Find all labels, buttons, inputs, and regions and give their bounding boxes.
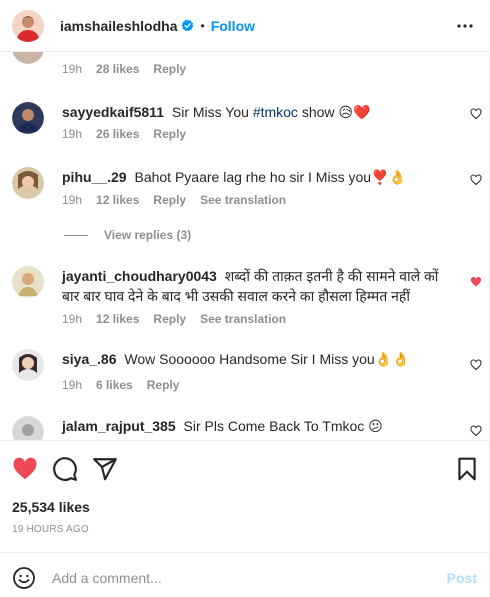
- comment-likes[interactable]: 28 likes: [96, 62, 139, 76]
- comment-time: 19h: [62, 193, 83, 207]
- comment-meta: 19h 6 likes Reply: [62, 378, 179, 392]
- comment-content: jalam_rajput_385 Sir Pls Come Back To Tm…: [62, 416, 452, 436]
- comment-username[interactable]: jayanti_choudhary0043: [62, 268, 217, 284]
- see-translation-button[interactable]: See translation: [200, 193, 286, 207]
- reply-button[interactable]: Reply: [153, 312, 186, 326]
- comment-text-end: show 😥❤️: [297, 104, 371, 120]
- like-comment-icon[interactable]: [470, 425, 482, 437]
- comments-list[interactable]: 19h 28 likes Reply sayyedkaif5811 Sir Mi…: [0, 52, 490, 440]
- like-post-heart-icon[interactable]: [12, 456, 38, 482]
- comment-meta: 19h 28 likes Reply: [62, 62, 186, 76]
- see-translation-button[interactable]: See translation: [200, 312, 286, 326]
- comment-avatar[interactable]: [12, 167, 44, 199]
- comment-likes[interactable]: 12 likes: [96, 193, 139, 207]
- comment-text: Bahot Pyaare lag rhe ho sir I Miss you❣️…: [134, 169, 406, 185]
- liked-comment-heart-icon[interactable]: [470, 276, 482, 288]
- verified-badge-icon: [182, 19, 194, 32]
- comment-meta: 19h 12 likes Reply See translation: [62, 312, 286, 326]
- reply-button[interactable]: Reply: [153, 127, 186, 141]
- header-separator: •: [200, 18, 205, 33]
- view-replies-line: [64, 234, 88, 236]
- comment-likes[interactable]: 6 likes: [96, 378, 133, 392]
- comment-content: sayyedkaif5811 Sir Miss You #tmkoc show …: [62, 102, 452, 122]
- comment-time: 19h: [62, 378, 83, 392]
- comment-text: Sir Miss You: [171, 104, 253, 120]
- post-timestamp: 19 HOURS AGO: [12, 524, 89, 535]
- post-comment-button[interactable]: Post: [447, 570, 477, 586]
- hashtag-link[interactable]: #tmkoc: [253, 104, 298, 120]
- share-send-icon[interactable]: [92, 456, 118, 482]
- comment-username[interactable]: jalam_rajput_385: [62, 418, 176, 434]
- comment-avatar[interactable]: [12, 416, 44, 440]
- comment-time: 19h: [62, 312, 83, 326]
- reply-button[interactable]: Reply: [153, 193, 186, 207]
- more-options-icon[interactable]: [456, 17, 474, 35]
- comment-bubble-icon[interactable]: [52, 456, 78, 482]
- comment-avatar[interactable]: [12, 52, 44, 64]
- comment-meta: 19h 12 likes Reply See translation: [62, 193, 286, 207]
- comment-avatar[interactable]: [12, 349, 44, 381]
- author-username[interactable]: iamshaileshlodha: [60, 18, 177, 34]
- comment-content: siya_.86 Wow Soooooo Handsome Sir I Miss…: [62, 349, 452, 369]
- add-comment-input[interactable]: [52, 566, 432, 590]
- follow-button[interactable]: Follow: [211, 18, 255, 34]
- reply-button[interactable]: Reply: [147, 378, 180, 392]
- save-bookmark-icon[interactable]: [454, 456, 480, 482]
- comment-content: jayanti_choudhary0043 शब्दों की ताक़त इत…: [62, 266, 452, 306]
- view-replies-button[interactable]: View replies (3): [64, 228, 191, 242]
- view-replies-label: View replies (3): [104, 228, 192, 242]
- add-comment-divider: [0, 552, 490, 553]
- comment-content: pihu__.29 Bahot Pyaare lag rhe ho sir I …: [62, 167, 452, 187]
- emoji-smiley-icon[interactable]: [12, 566, 36, 590]
- comment-text: Sir Pls Come Back To Tmkoc 😕: [183, 418, 383, 434]
- reply-button[interactable]: Reply: [153, 62, 186, 76]
- comment-avatar[interactable]: [12, 102, 44, 134]
- comment-likes[interactable]: 26 likes: [96, 127, 139, 141]
- comment-username[interactable]: sayyedkaif5811: [62, 104, 164, 120]
- comment-avatar[interactable]: [12, 266, 44, 298]
- comment-username[interactable]: siya_.86: [62, 351, 117, 367]
- like-comment-icon[interactable]: [470, 108, 482, 120]
- post-panel: iamshaileshlodha • Follow 19h 28 likes R…: [0, 0, 490, 597]
- author-avatar[interactable]: [12, 9, 44, 42]
- actions-divider: [0, 440, 490, 441]
- comment-username[interactable]: pihu__.29: [62, 169, 127, 185]
- post-header: iamshaileshlodha • Follow: [0, 0, 490, 52]
- like-comment-icon[interactable]: [470, 359, 482, 371]
- like-comment-icon[interactable]: [470, 174, 482, 186]
- post-likes-count[interactable]: 25,534 likes: [12, 499, 90, 515]
- comment-meta: 19h 26 likes Reply: [62, 127, 186, 141]
- comment-likes[interactable]: 12 likes: [96, 312, 139, 326]
- comment-time: 19h: [62, 62, 83, 76]
- comment-text: Wow Soooooo Handsome Sir I Miss you👌👌: [124, 351, 410, 367]
- comment-time: 19h: [62, 127, 83, 141]
